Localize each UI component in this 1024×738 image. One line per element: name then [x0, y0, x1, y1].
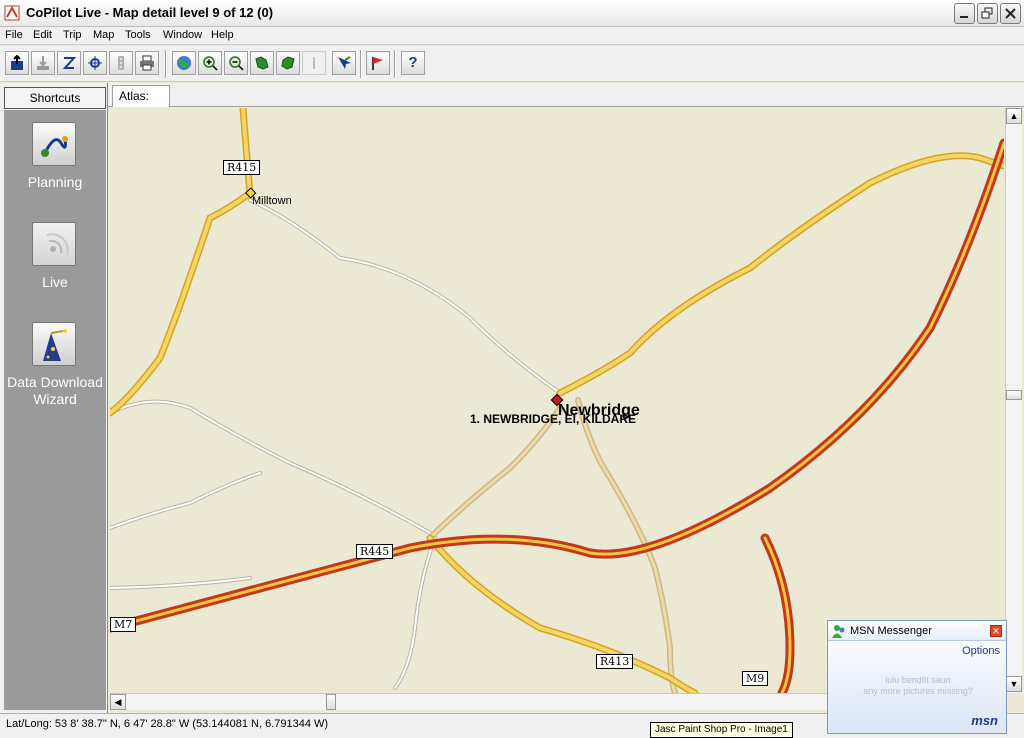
minimize-button[interactable]: [954, 3, 975, 24]
msn-options-link[interactable]: Options: [962, 645, 1000, 657]
wizard-icon[interactable]: [32, 322, 76, 366]
menu-bar: File Edit Trip Map Tools Window Help: [0, 27, 1024, 45]
route-icon: [62, 57, 77, 69]
save-button[interactable]: [5, 51, 29, 75]
road-shield-m7: M7: [110, 617, 137, 632]
route-button[interactable]: [57, 51, 81, 75]
toolbar-separator: [165, 50, 167, 78]
download-button[interactable]: [31, 51, 55, 75]
shortcut-label: Data Download Wizard: [7, 374, 103, 407]
gps-button[interactable]: [83, 51, 107, 75]
traffic-icon: [118, 56, 124, 70]
download-icon: [37, 56, 49, 70]
help-button[interactable]: ?: [401, 51, 425, 75]
divider-icon: [313, 57, 315, 69]
map-canvas[interactable]: [110, 108, 1004, 693]
title-bar: CoPilot Live - Map detail level 9 of 12 …: [0, 0, 1024, 27]
toolbar: ?: [0, 46, 1024, 82]
msn-message[interactable]: lulu bendfit saun any more pictures miss…: [838, 675, 998, 697]
road-shield-r415: R415: [223, 160, 261, 175]
print-icon: [140, 55, 154, 71]
map-right-icon: [281, 56, 295, 70]
zoom-in-button[interactable]: [198, 51, 222, 75]
stop-label: 1. NEWBRIDGE, EI, KILDARE: [470, 412, 637, 426]
print-button[interactable]: [135, 51, 159, 75]
msn-title-bar: MSN Messenger ✕: [828, 621, 1006, 641]
shortcut-label: Live: [42, 274, 68, 290]
road-shield-r413: R413: [596, 654, 634, 669]
copilot-app-icon: [4, 5, 20, 21]
map-back-button[interactable]: [250, 51, 274, 75]
globe-icon: [177, 56, 191, 70]
menu-tools[interactable]: Tools: [125, 29, 151, 41]
msn-buddy-icon: [832, 625, 845, 638]
road-shield-r445: R445: [356, 544, 394, 559]
road-shield-m9: M9: [742, 671, 769, 686]
vertical-scroll-thumb[interactable]: [1006, 390, 1022, 400]
menu-trip[interactable]: Trip: [63, 29, 82, 41]
scroll-up-button[interactable]: ▲: [1006, 108, 1022, 124]
latlong-readout: Lat/Long: 53 8' 38.7" N, 6 47' 28.8" W (…: [6, 718, 329, 730]
planning-icon[interactable]: [32, 122, 76, 166]
restore-icon: [981, 7, 993, 19]
close-button[interactable]: [1000, 3, 1021, 24]
toolbar-separator: [360, 50, 362, 78]
shortcuts-panel: Shortcuts Planning Live Data Download Wi…: [0, 83, 108, 713]
menu-window[interactable]: Window: [163, 29, 202, 41]
map-view[interactable]: R415 Milltown Newbridge 1. NEWBRIDGE, EI…: [110, 108, 1004, 693]
scroll-down-button[interactable]: ▼: [1006, 676, 1022, 692]
scroll-left-button[interactable]: ◀: [110, 694, 126, 710]
flag-icon: [372, 57, 383, 70]
save-icon: [11, 55, 23, 70]
place-label-milltown: Milltown: [252, 195, 292, 207]
map-forward-button[interactable]: [276, 51, 300, 75]
globe-button[interactable]: [172, 51, 196, 75]
flag-button[interactable]: [366, 51, 390, 75]
disabled-button[interactable]: [302, 51, 326, 75]
minimize-icon: [960, 16, 968, 18]
menu-edit[interactable]: Edit: [33, 29, 52, 41]
vertical-scrollbar[interactable]: ▲ ▼: [1005, 108, 1022, 693]
atlas-tab-bar: Atlas:: [108, 83, 1024, 107]
map-left-icon: [255, 56, 269, 70]
help-icon: ?: [408, 54, 418, 71]
restore-button[interactable]: [977, 3, 998, 24]
pointer-icon: [338, 56, 351, 69]
horizontal-scroll-thumb[interactable]: [326, 694, 336, 710]
gps-icon: [88, 56, 102, 70]
close-icon: [1005, 8, 1016, 19]
traffic-button[interactable]: [109, 51, 133, 75]
zoom-out-button[interactable]: [224, 51, 248, 75]
zoom-in-icon: [203, 56, 218, 71]
menu-map[interactable]: Map: [93, 29, 114, 41]
msn-title: MSN Messenger: [850, 625, 932, 637]
window-title: CoPilot Live - Map detail level 9 of 12 …: [26, 5, 274, 20]
zoom-out-icon: [229, 56, 244, 71]
msn-logo: msn: [971, 713, 998, 728]
menu-help[interactable]: Help: [211, 29, 234, 41]
menu-file[interactable]: File: [5, 29, 23, 41]
live-icon[interactable]: [32, 222, 76, 266]
shortcuts-header-button[interactable]: Shortcuts: [4, 87, 106, 109]
taskbar-tooltip: Jasc Paint Shop Pro - Image1: [650, 722, 793, 738]
tab-atlas[interactable]: Atlas:: [112, 85, 170, 107]
shortcuts-body: Planning Live Data Download Wizard: [4, 110, 106, 710]
toolbar-separator: [394, 50, 396, 78]
msn-messenger-popup[interactable]: MSN Messenger ✕ Options lulu bendfit sau…: [827, 620, 1007, 734]
shortcut-label: Planning: [27, 174, 83, 190]
pointer-button[interactable]: [332, 51, 356, 75]
msn-close-button[interactable]: ✕: [990, 625, 1002, 637]
